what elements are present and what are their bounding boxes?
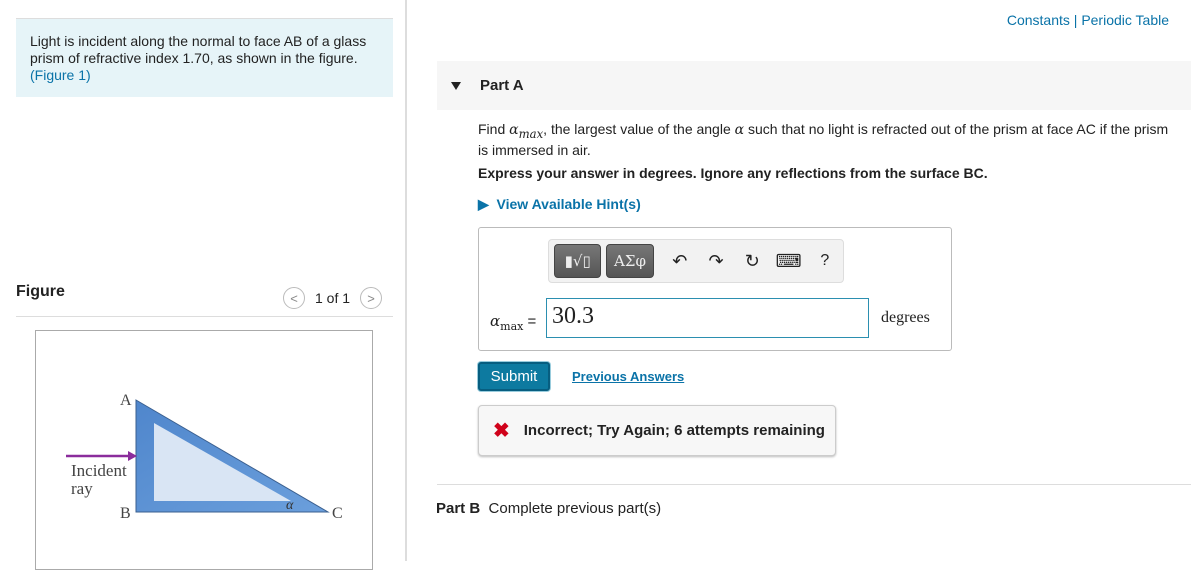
figure-link[interactable]: (Figure 1) [30, 67, 91, 83]
pager-count: 1 of 1 [315, 290, 351, 306]
problem-intro: Light is incident along the normal to fa… [16, 18, 393, 97]
submit-button[interactable]: Submit [478, 362, 550, 391]
figure-pager: < 1 of 1 > [283, 287, 383, 309]
label-b: B [120, 505, 131, 522]
answer-label: αmax = [490, 312, 537, 333]
part-b-header: Part B Complete previous part(s) [436, 500, 662, 517]
feedback-message: ✖ Incorrect; Try Again; 6 attempts remain… [478, 405, 836, 456]
label-ray: ray [71, 479, 93, 498]
prism-diagram: A B C α Incident ray [66, 392, 343, 522]
help-icon[interactable]: ? [807, 252, 843, 270]
templates-button[interactable]: ▮√▯ [554, 244, 602, 278]
periodic-table-link[interactable]: Periodic Table [1081, 12, 1169, 28]
question-text: Find αmax, the largest value of the angl… [478, 121, 1169, 158]
redo-icon[interactable]: ↷ [698, 251, 734, 272]
figure-title: Figure [16, 283, 65, 300]
reset-icon[interactable]: ↻ [734, 251, 770, 272]
greek-symbols-button[interactable]: ΑΣφ [606, 244, 654, 278]
undo-icon[interactable]: ↶ [662, 251, 698, 272]
label-alpha: α [286, 498, 294, 513]
instructions: Express your answer in degrees. Ignore a… [478, 165, 988, 181]
prev-figure-button[interactable]: < [283, 287, 305, 309]
divider [16, 316, 393, 317]
constants-link[interactable]: Constants [1007, 12, 1070, 28]
math-toolbar: ▮√▯ ΑΣφ ↶ ↷ ↻ ⌨ ? [548, 239, 844, 283]
units-label: degrees [881, 309, 930, 326]
label-a: A [120, 392, 132, 409]
next-figure-button[interactable]: > [360, 287, 383, 309]
previous-answers-link[interactable]: Previous Answers [572, 369, 684, 384]
panel-divider[interactable] [405, 0, 407, 561]
incorrect-x-icon: ✖ [493, 420, 510, 442]
label-incident: Incident [71, 461, 127, 480]
header-links: Constants | Periodic Table [1006, 12, 1169, 28]
collapse-triangle-icon[interactable] [451, 81, 461, 90]
part-a-header[interactable]: Part A [437, 61, 1191, 110]
divider [437, 484, 1191, 485]
answer-input[interactable]: 30.3 [546, 298, 869, 338]
prism-figure: A B C α Incident ray [35, 330, 373, 570]
keyboard-icon[interactable]: ⌨ [770, 251, 806, 272]
view-hints-link[interactable]: ▶ View Available Hint(s) [478, 196, 641, 213]
label-c: C [332, 505, 343, 522]
